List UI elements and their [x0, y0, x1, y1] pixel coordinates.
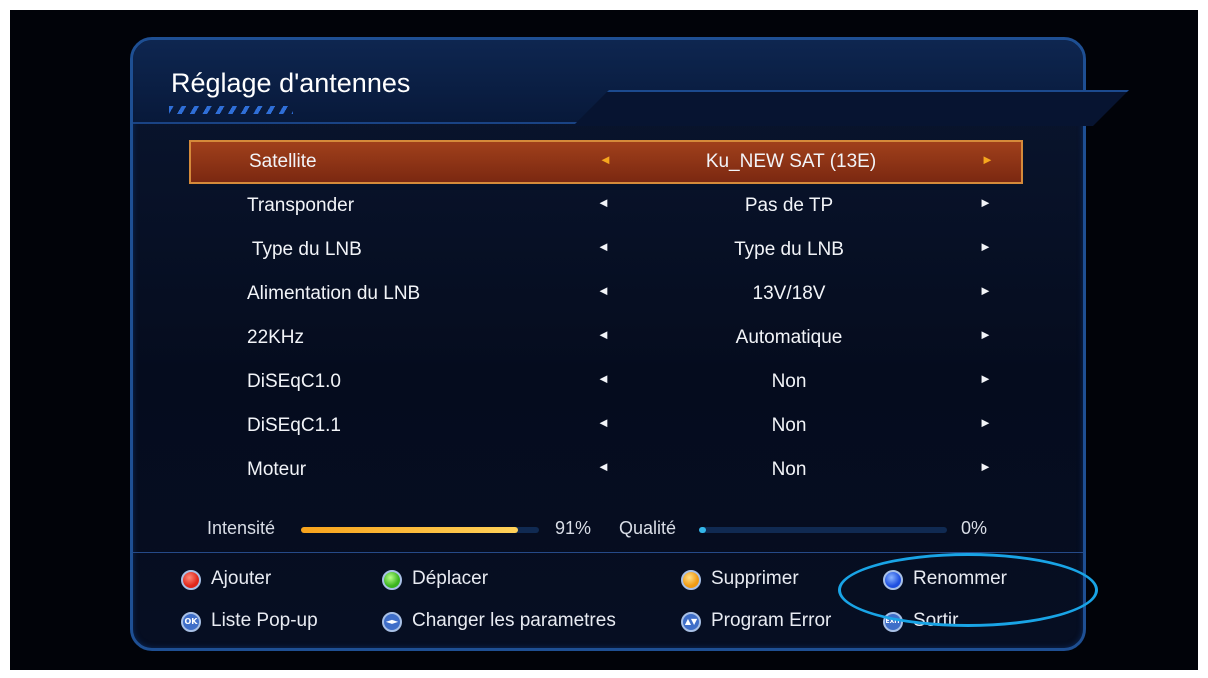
green-key-label: Déplacer	[412, 568, 489, 589]
row-value: Type du LNB	[734, 239, 844, 260]
left-arrow-icon[interactable]: ◄	[597, 195, 610, 210]
menu-row-diseqc11[interactable]: DiSEqC1.1 ◄ Non ►	[189, 404, 1023, 448]
left-right-arrows-icon: ◄►	[382, 612, 402, 632]
row-label: Satellite	[249, 151, 317, 172]
right-arrow-icon[interactable]: ►	[979, 239, 992, 254]
quality-bar-fill	[699, 527, 707, 533]
row-value: 13V/18V	[752, 283, 826, 304]
row-value: Non	[771, 459, 807, 480]
row-label: 22KHz	[247, 327, 305, 348]
intensity-label: Intensité	[207, 518, 276, 538]
up-down-arrows-icon: ▲▼	[681, 612, 701, 632]
right-arrow-icon[interactable]: ►	[979, 371, 992, 386]
row-value: Ku_NEW SAT (13E)	[705, 151, 877, 172]
rename-highlight-circle	[838, 553, 1098, 627]
signal-meters: Intensité 91% Qualité 0%	[207, 518, 1007, 544]
right-arrow-icon[interactable]: ►	[979, 415, 992, 430]
title-stripes	[169, 106, 293, 114]
intensity-value: 91%	[555, 518, 592, 538]
settings-menu: Satellite ◄ Ku_NEW SAT (13E) ► Transpond…	[189, 140, 1023, 492]
red-button-icon	[181, 570, 201, 590]
menu-row-diseqc10[interactable]: DiSEqC1.0 ◄ Non ►	[189, 360, 1023, 404]
row-label: Transponder	[247, 195, 355, 216]
row-label: Alimentation du LNB	[247, 283, 421, 304]
ok-button-icon: OK	[181, 612, 201, 632]
row-label: Moteur	[247, 459, 307, 480]
ok-key-label: Liste Pop-up	[211, 610, 318, 631]
left-right-key-label: Changer les parametres	[412, 610, 616, 631]
menu-row-satellite[interactable]: Satellite ◄ Ku_NEW SAT (13E) ►	[189, 140, 1023, 184]
row-value: Non	[771, 415, 807, 436]
row-value: Pas de TP	[744, 195, 834, 216]
row-value: Automatique	[735, 327, 843, 348]
row-label: DiSEqC1.1	[247, 415, 341, 436]
left-arrow-icon[interactable]: ◄	[597, 371, 610, 386]
quality-label: Qualité	[619, 518, 677, 538]
up-down-key-label: Program Error	[711, 610, 832, 631]
menu-row-lnb-type[interactable]: Type du LNB ◄ Type du LNB ►	[189, 228, 1023, 272]
right-arrow-icon[interactable]: ►	[979, 327, 992, 342]
green-button-icon	[382, 570, 402, 590]
left-arrow-icon[interactable]: ◄	[597, 327, 610, 342]
menu-row-22khz[interactable]: 22KHz ◄ Automatique ►	[189, 316, 1023, 360]
quality-value: 0%	[961, 518, 988, 538]
menu-row-transponder[interactable]: Transponder ◄ Pas de TP ►	[189, 184, 1023, 228]
intensity-bar	[301, 527, 539, 533]
yellow-button-icon	[681, 570, 701, 590]
title-band: Réglage d'antennes	[133, 40, 1129, 126]
yellow-key-label: Supprimer	[711, 568, 799, 589]
left-arrow-icon[interactable]: ◄	[597, 239, 610, 254]
menu-row-motor[interactable]: Moteur ◄ Non ►	[189, 448, 1023, 492]
left-arrow-icon[interactable]: ◄	[599, 152, 612, 167]
title-decoration	[573, 90, 1129, 126]
right-arrow-icon[interactable]: ►	[979, 283, 992, 298]
row-label: DiSEqC1.0	[247, 371, 341, 392]
left-arrow-icon[interactable]: ◄	[597, 415, 610, 430]
right-arrow-icon[interactable]: ►	[979, 195, 992, 210]
left-arrow-icon[interactable]: ◄	[597, 459, 610, 474]
page-title: Réglage d'antennes	[171, 68, 411, 98]
menu-row-lnb-power[interactable]: Alimentation du LNB ◄ 13V/18V ►	[189, 272, 1023, 316]
right-arrow-icon[interactable]: ►	[981, 152, 994, 167]
row-label: Type du LNB	[247, 239, 362, 260]
left-arrow-icon[interactable]: ◄	[597, 283, 610, 298]
quality-bar	[699, 527, 947, 533]
red-key-label: Ajouter	[211, 568, 272, 589]
row-value: Non	[771, 371, 807, 392]
intensity-bar-fill	[301, 527, 518, 533]
right-arrow-icon[interactable]: ►	[979, 459, 992, 474]
